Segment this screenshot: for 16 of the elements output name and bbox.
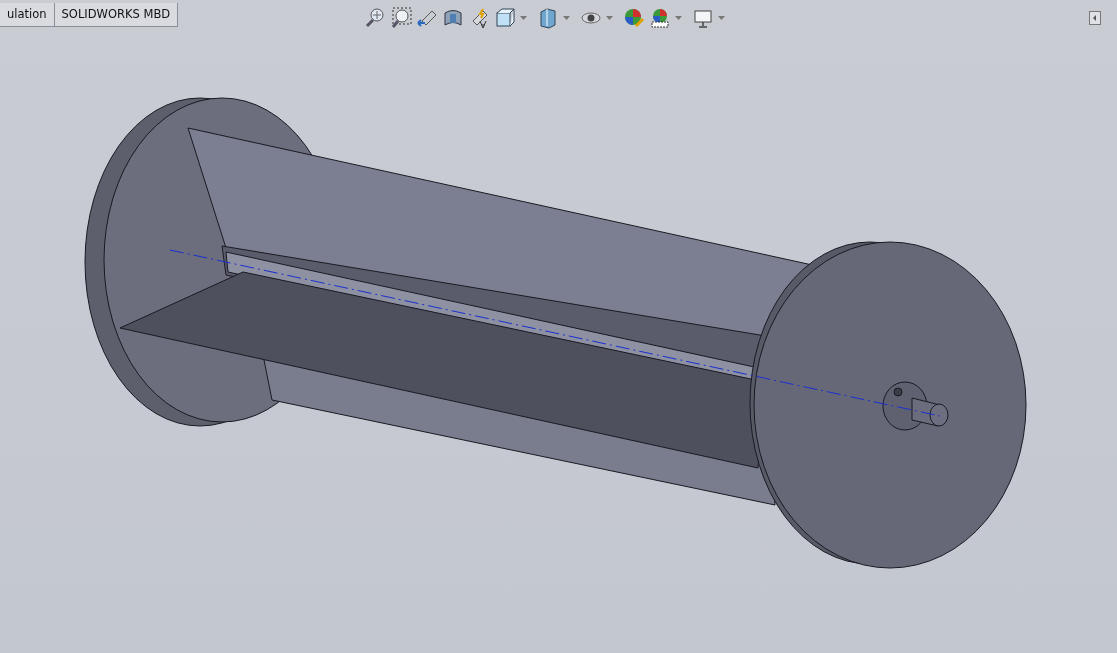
section-view-icon[interactable] [442, 7, 464, 29]
dropdown-caret-icon[interactable] [520, 15, 527, 21]
cube-icon[interactable] [494, 7, 516, 29]
color-wheel-icon[interactable] [623, 7, 645, 29]
display-style-icon[interactable] [537, 7, 559, 29]
monitor-icon[interactable] [692, 7, 714, 29]
command-tab[interactable]: SOLIDWORKS MBD [53, 3, 179, 27]
dropdown-caret-icon[interactable] [718, 15, 725, 21]
panel-toggle-icon[interactable] [1089, 11, 1101, 25]
scene-icon[interactable] [649, 7, 671, 29]
zoom-area-icon[interactable] [390, 7, 412, 29]
dropdown-caret-icon[interactable] [675, 15, 682, 21]
dropdown-caret-icon[interactable] [606, 15, 613, 21]
command-tab[interactable]: ulation [0, 3, 55, 27]
dropdown-caret-icon[interactable] [563, 15, 570, 21]
zoom-fit-icon[interactable] [364, 7, 386, 29]
